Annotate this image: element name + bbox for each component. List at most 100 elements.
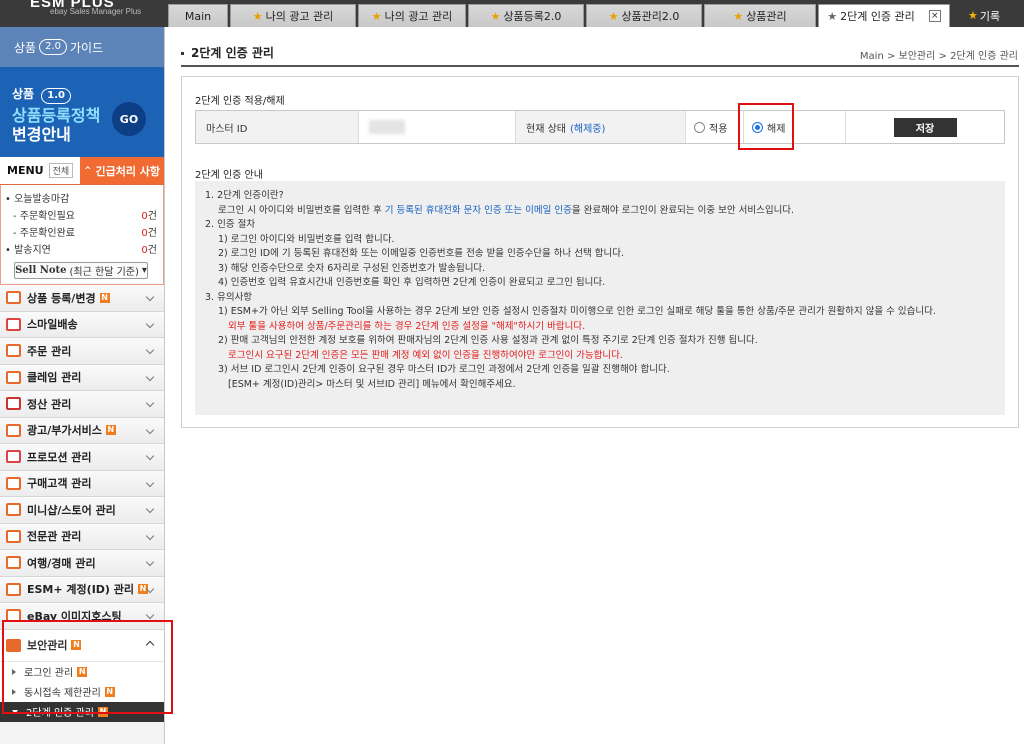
content-panel: 2단계 인증 적용/해제 마스터 ID 현재 상태 (해제중) 적용 해제 저장 — [181, 76, 1019, 428]
tab-main[interactable]: Main — [168, 4, 228, 27]
menu-icon — [6, 529, 21, 543]
arrow-right-icon — [12, 668, 16, 675]
section-title-apply: 2단계 인증 적용/해제 — [195, 96, 285, 107]
sell-note-dropdown[interactable]: Sell Note (최근 한달 기준) ▾ — [14, 262, 148, 279]
status-row[interactable]: • 발송지연 0건 — [5, 242, 157, 259]
status-count: 0건 — [141, 228, 157, 239]
radio-apply[interactable]: 적용 — [686, 111, 744, 143]
tab-label: 나의 광고 관리 — [265, 10, 334, 23]
info-step: 4) 인증번호 입력 유효시간내 인증번호를 확인 후 입력하면 2단계 인증이… — [218, 277, 606, 288]
product-guide-banner[interactable]: 상품 2.0 가이드 — [0, 27, 164, 67]
new-badge: N — [105, 425, 116, 436]
close-icon[interactable]: × — [928, 10, 941, 22]
save-cell: 저장 — [846, 111, 1004, 143]
info-note: 3) 서브 ID 로그인시 2단계 인증이 요구된 경우 마스터 ID가 로그인… — [218, 364, 670, 375]
menu-item[interactable]: 미니샵/스토어 관리 — [0, 497, 164, 524]
promo-version: 상품 1.0 — [12, 85, 164, 104]
menu-all-button[interactable]: 전체 — [48, 163, 74, 178]
chevron-up-icon — [145, 640, 155, 649]
menu-item-security[interactable]: 보안관리 N — [0, 629, 164, 662]
status-count: 0건 — [141, 245, 157, 256]
radio-button[interactable] — [752, 121, 763, 133]
bullet-icon — [181, 52, 184, 55]
info-heading: 1. 2단계 인증이란? — [205, 190, 284, 201]
tab-2fa-management[interactable]: ★ 2단계 인증 관리 × — [818, 4, 950, 27]
menu-item[interactable]: 정산 관리 — [0, 391, 164, 418]
chevron-down-icon: ▾ — [141, 265, 147, 276]
menu-item[interactable]: 전문관 관리 — [0, 523, 164, 550]
section-title-guide: 2단계 인증 안내 — [195, 170, 263, 181]
submenu-login-management[interactable]: 로그인 관리 N — [0, 661, 164, 682]
status-row[interactable]: - 주문확인필요 0건 — [5, 208, 157, 225]
chevron-up-icon: ^ — [83, 165, 92, 176]
menu-label: 스마일배송 — [27, 318, 78, 332]
star-icon: ★ — [968, 9, 978, 22]
chevron-down-icon — [145, 504, 155, 514]
emergency-tab[interactable]: ^ 긴급처리 사항 — [80, 157, 164, 184]
menu-item[interactable]: eBay 이미지호스팅 — [0, 603, 164, 630]
tab-product-register-2[interactable]: ★ 상품등록2.0 — [468, 4, 584, 27]
menu-item[interactable]: 구매고객 관리 — [0, 470, 164, 497]
radio-button[interactable] — [694, 121, 705, 133]
menu-icon — [6, 344, 21, 358]
chevron-down-icon — [145, 319, 155, 328]
menu-label: ESM+ 계정(ID) 관리 — [27, 583, 135, 597]
menu-item[interactable]: 프로모션 관리 — [0, 444, 164, 471]
menu-label: 보안관리 — [27, 639, 68, 652]
history-button[interactable]: ★ 기록 — [968, 4, 1024, 27]
menu-item[interactable]: 클레임 관리 — [0, 364, 164, 391]
menu-icon — [6, 556, 21, 570]
info-heading: 2. 인증 절차 — [205, 219, 256, 230]
tab-label: 상품관리2.0 — [621, 10, 680, 23]
tab-ad-management-1[interactable]: ★ 나의 광고 관리 — [230, 4, 356, 27]
status-label: • 오늘발송마감 — [5, 194, 70, 205]
star-icon: ★ — [608, 9, 619, 23]
tab-product-manage-2[interactable]: ★ 상품관리2.0 — [586, 4, 702, 27]
menu-icon — [6, 423, 21, 437]
chevron-down-icon — [145, 531, 155, 540]
title-divider — [181, 65, 1019, 67]
emergency-label: 긴급처리 사항 — [95, 164, 161, 178]
tab-ad-management-2[interactable]: ★ 나의 광고 관리 — [358, 4, 466, 27]
chevron-down-icon — [145, 451, 155, 461]
status-row[interactable]: - 주문확인완료 0건 — [5, 225, 157, 242]
go-button[interactable]: GO — [112, 102, 146, 136]
menu-item[interactable]: ESM+ 계정(ID) 관리 N — [0, 576, 164, 603]
menu-label: 주문 관리 — [27, 344, 72, 358]
menu-label: 구매고객 관리 — [27, 477, 92, 491]
menu-label: 여행/경매 관리 — [27, 556, 96, 570]
top-bar: ESM PLUS ebay Sales Manager Plus Main ★ … — [0, 0, 1024, 27]
menu-item[interactable]: 광고/부가서비스 N — [0, 417, 164, 444]
breadcrumb[interactable]: Main > 보안관리 > 2단계 인증 관리 — [860, 47, 1018, 62]
sidebar: 상품 2.0 가이드 상품 1.0 상품등록정책 변경안내 GO MENU 전체… — [0, 27, 165, 744]
radio-release[interactable]: 해제 — [744, 111, 846, 143]
promo-pre: 상품 — [12, 87, 35, 101]
policy-promo-banner[interactable]: 상품 1.0 상품등록정책 변경안내 GO — [0, 67, 164, 157]
radio-label: 해제 — [767, 123, 786, 135]
menu-label: 정산 관리 — [27, 397, 72, 411]
logo-subtitle: ebay Sales Manager Plus — [50, 7, 142, 16]
menu-item[interactable]: 주문 관리 — [0, 338, 164, 365]
security-menu-group: 보안관리 N 로그인 관리 N 동시접속 제한관리 N 2단계 인증 관리 N — [0, 629, 164, 722]
blurred-id — [369, 120, 405, 134]
tab-product-manage[interactable]: ★ 상품관리 — [704, 4, 816, 27]
chevron-down-icon — [145, 478, 155, 487]
menu-label: 프로모션 관리 — [27, 450, 92, 464]
info-note: [ESM+ 계정(ID)관리> 마스터 및 서브ID 관리] 메뉴에서 확인해주… — [228, 378, 516, 390]
save-button[interactable]: 저장 — [893, 117, 957, 137]
submenu-concurrent-login[interactable]: 동시접속 제한관리 N — [0, 681, 164, 702]
esm-plus-logo[interactable]: ESM PLUS ebay Sales Manager Plus — [0, 0, 165, 27]
menu-label: 상품 등록/변경 — [27, 291, 96, 305]
new-badge: N — [77, 666, 88, 677]
chevron-down-icon — [145, 425, 155, 434]
info-heading: 3. 유의사항 — [205, 291, 253, 303]
new-badge: N — [71, 640, 82, 650]
menu-item[interactable]: 스마일배송 — [0, 311, 164, 338]
menu-item[interactable]: 여행/경매 관리 — [0, 550, 164, 577]
submenu-2fa-management[interactable]: 2단계 인증 관리 N — [0, 701, 164, 722]
arrow-right-icon — [12, 688, 16, 695]
menu-item[interactable]: 상품 등록/변경 N — [0, 285, 164, 312]
menu-title: MENU 전체 — [0, 157, 80, 184]
status-row[interactable]: • 오늘발송마감 — [5, 191, 157, 208]
menu-list: 상품 등록/변경 N 스마일배송 주문 관리 클레임 관리 정산 관리 광고/부가서비스 N 프… — [0, 285, 164, 630]
